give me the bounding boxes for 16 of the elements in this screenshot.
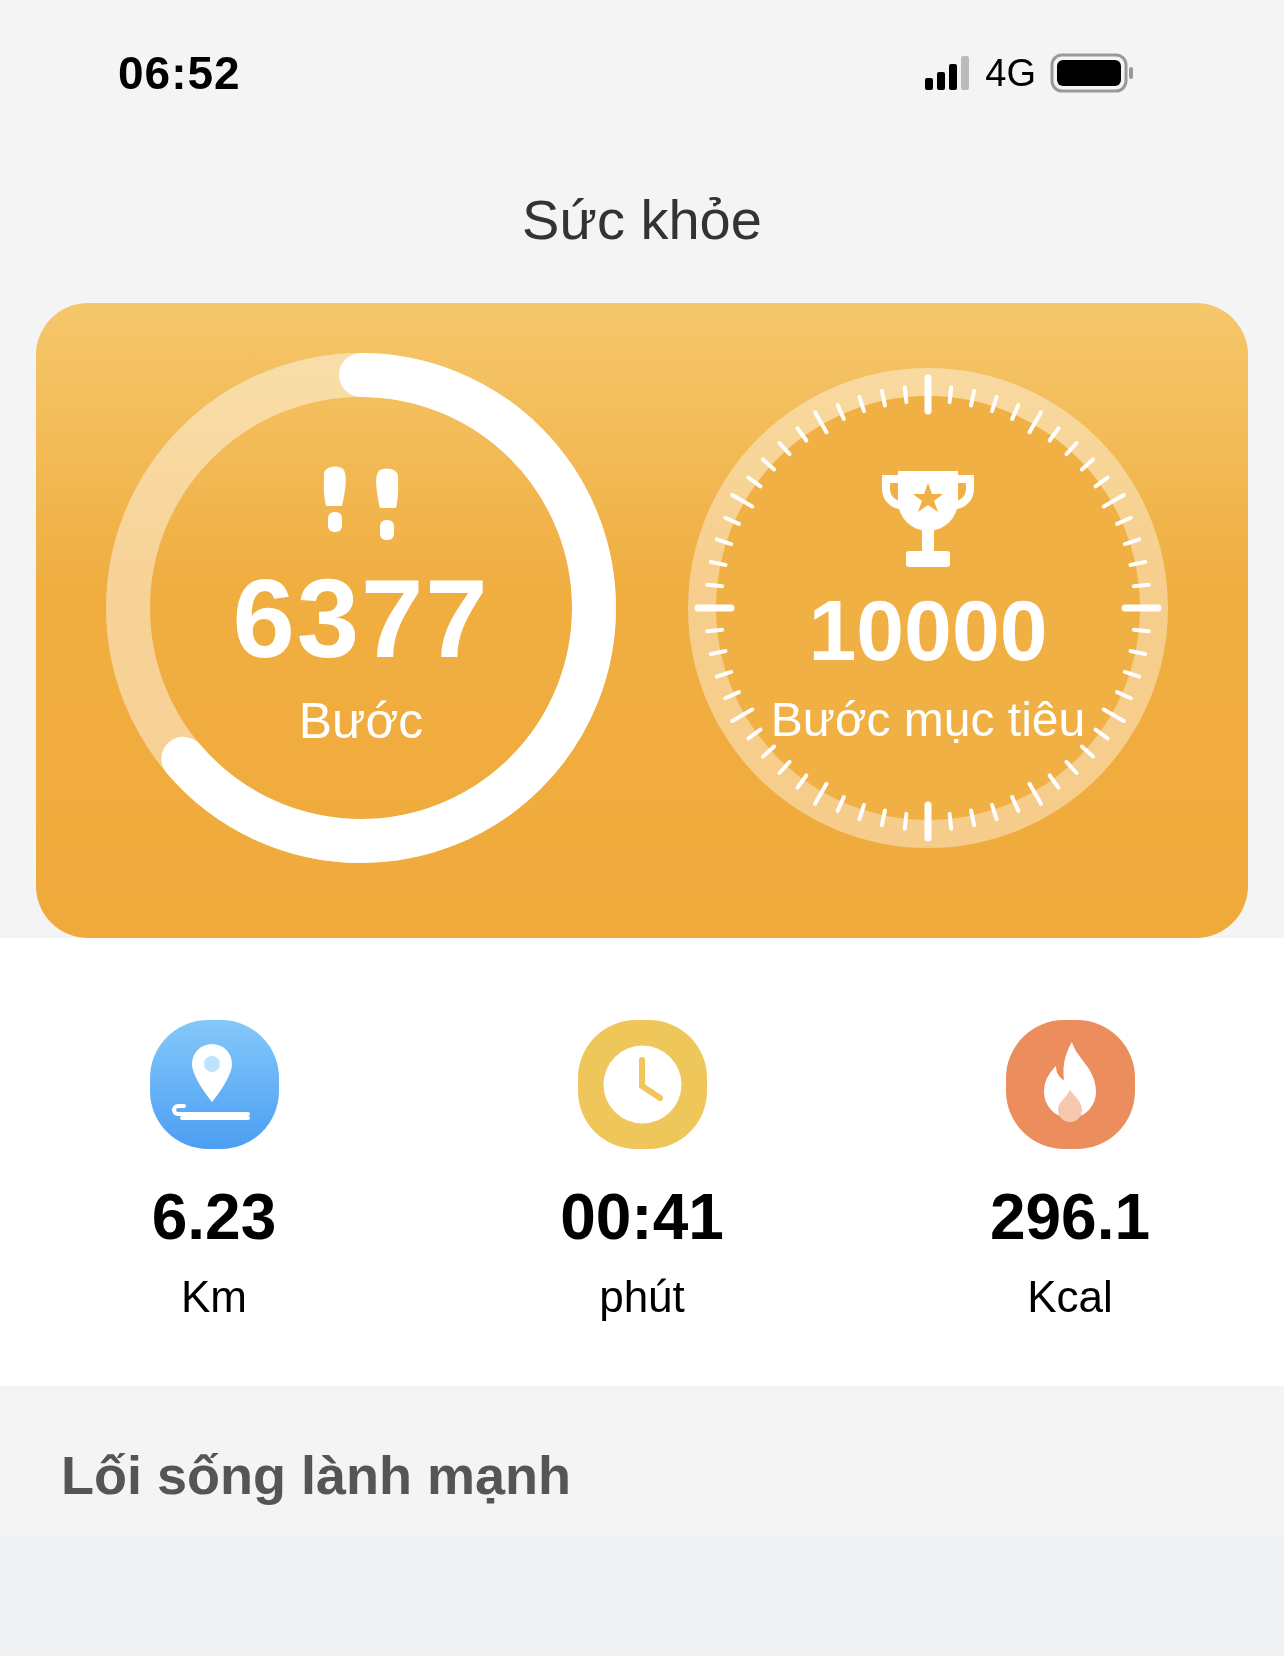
network-label: 4G [985, 51, 1036, 95]
stat-unit: phút [599, 1271, 685, 1322]
steps-label: Bước [298, 691, 424, 750]
stat-value: 296.1 [989, 1180, 1151, 1255]
battery-icon [1050, 53, 1134, 93]
status-time: 06:52 [118, 46, 241, 100]
section-title: Lối sống lành mạnh [60, 1444, 572, 1506]
stat-value: 6.23 [151, 1180, 277, 1255]
goal-label: Bước mục tiêu [770, 691, 1086, 747]
steps-count: 6377 [232, 560, 490, 678]
stat-unit: Km [181, 1271, 247, 1322]
stat-value: 00:41 [560, 1180, 724, 1255]
goal-count: 10000 [808, 583, 1048, 678]
page-title: Sức khỏe [522, 187, 762, 252]
signal-icon [925, 56, 972, 90]
stat-unit: Kcal [1027, 1271, 1113, 1322]
